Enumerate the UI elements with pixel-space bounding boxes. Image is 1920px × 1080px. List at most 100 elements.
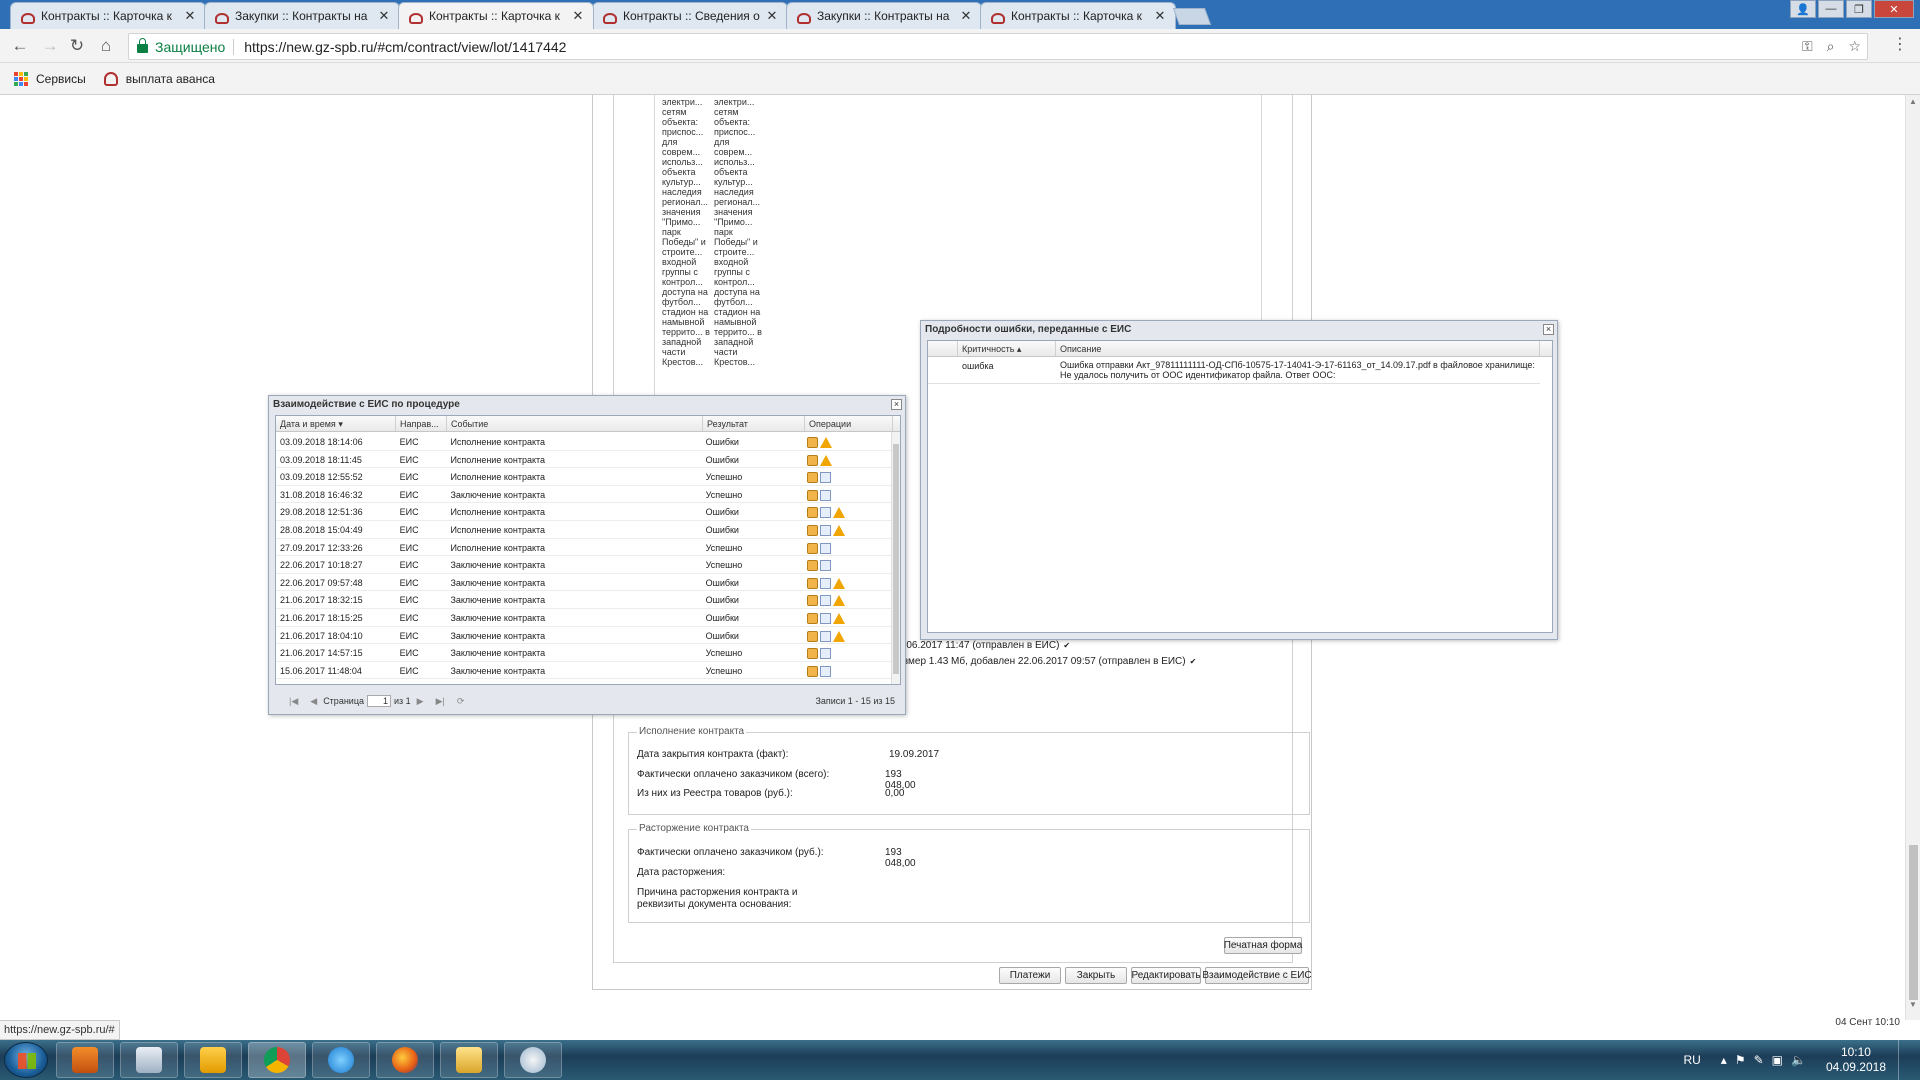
document-icon[interactable] xyxy=(820,542,832,554)
taskbar-chrome[interactable] xyxy=(248,1042,306,1078)
document-icon[interactable] xyxy=(820,665,832,677)
table-row[interactable]: 27.09.2017 12:33:26 ЕИС Исполнение контрак… xyxy=(276,539,891,557)
document-icon[interactable] xyxy=(820,525,832,536)
key-icon[interactable]: ⚿ xyxy=(1802,38,1813,55)
document-icon[interactable] xyxy=(820,472,832,484)
document-icon[interactable] xyxy=(820,630,832,642)
scroll-down-arrow-icon[interactable]: ▼ xyxy=(1909,1000,1917,1009)
warning-icon[interactable] xyxy=(820,454,833,466)
taskbar-firefox[interactable] xyxy=(376,1042,434,1078)
table-row[interactable]: 21.06.2017 18:32:15 ЕИС Заключение контрак… xyxy=(276,591,891,609)
address-bar[interactable]: Защищено https://new.gz-spb.ru/#cm/contr… xyxy=(128,33,1868,60)
print-form-button[interactable]: Печатная форма xyxy=(1224,937,1302,954)
package-icon[interactable] xyxy=(807,577,819,589)
package-icon[interactable] xyxy=(807,613,819,624)
next-page-icon[interactable]: ▶ xyxy=(417,696,424,707)
forward-arrow-icon[interactable]: → xyxy=(40,36,60,56)
taskbar-media-player[interactable] xyxy=(56,1042,114,1078)
tab-close-icon[interactable]: ✕ xyxy=(377,8,391,24)
new-tab-button[interactable] xyxy=(1172,8,1212,25)
table-row[interactable]: 22.06.2017 10:18:27 ЕИС Заключение контрак… xyxy=(276,556,891,574)
close-button[interactable]: Закрыть xyxy=(1065,967,1127,984)
maximize-window-button[interactable]: ❐ xyxy=(1846,0,1872,18)
action-center-flag-icon[interactable]: ⚑ xyxy=(1735,1053,1746,1067)
taskbar-ie[interactable] xyxy=(312,1042,370,1078)
scroll-up-arrow-icon[interactable]: ▲ xyxy=(1909,97,1917,106)
language-indicator[interactable]: RU xyxy=(1683,1053,1700,1067)
table-row[interactable]: 21.06.2017 18:04:10 ЕИС Заключение контрак… xyxy=(276,627,891,645)
column-header-event[interactable]: Событие xyxy=(447,416,703,431)
table-row[interactable]: 21.06.2017 14:57:15 ЕИС Заключение контрак… xyxy=(276,644,891,662)
column-header-datetime[interactable]: Дата и время ▾ xyxy=(276,416,396,431)
browser-tab-2[interactable]: Закупки :: Контракты на ✕ xyxy=(204,2,400,29)
document-icon[interactable] xyxy=(820,595,832,607)
tab-close-icon[interactable]: ✕ xyxy=(765,8,779,24)
package-icon[interactable] xyxy=(807,648,819,660)
tab-close-icon[interactable]: ✕ xyxy=(959,8,973,24)
table-row[interactable]: 28.08.2018 15:04:49 ЕИС Исполнение контрак… xyxy=(276,521,891,539)
dialog-close-icon[interactable]: × xyxy=(1543,324,1554,335)
warning-icon[interactable] xyxy=(833,525,846,536)
taskbar-explorer[interactable] xyxy=(440,1042,498,1078)
bookmark-advance-payment[interactable]: выплата аванса xyxy=(103,71,215,86)
table-row[interactable]: 22.06.2017 09:57:48 ЕИС Заключение контрак… xyxy=(276,574,891,592)
dialog-close-icon[interactable]: × xyxy=(891,399,902,410)
browser-tab-1[interactable]: Контракты :: Карточка к ✕ xyxy=(10,2,206,29)
document-icon[interactable] xyxy=(820,577,832,589)
network-icon[interactable]: ▣ xyxy=(1772,1053,1783,1067)
back-arrow-icon[interactable]: ← xyxy=(10,36,30,56)
document-icon[interactable] xyxy=(820,613,832,624)
last-page-icon[interactable]: ▶| xyxy=(436,696,445,707)
close-window-button[interactable]: ✕ xyxy=(1874,0,1914,18)
document-icon[interactable] xyxy=(820,489,832,501)
taskbar-calculator[interactable] xyxy=(120,1042,178,1078)
tray-app-icon[interactable]: ✎ xyxy=(1754,1053,1764,1067)
bookmark-services[interactable]: Сервисы xyxy=(36,72,86,86)
table-row[interactable]: 31.08.2018 16:46:32 ЕИС Заключение контрак… xyxy=(276,486,891,504)
table-row[interactable]: 15.06.2017 11:48:04 ЕИС Заключение контрак… xyxy=(276,662,891,680)
warning-icon[interactable] xyxy=(833,577,846,589)
column-header-direction[interactable]: Направ... xyxy=(396,416,447,431)
column-header-severity[interactable]: Критичность ▴ xyxy=(958,341,1056,356)
grid-scrollbar-thumb[interactable] xyxy=(893,444,899,674)
eis-interaction-button[interactable]: Взаимодействие с ЕИС xyxy=(1202,967,1312,984)
reload-icon[interactable]: ↻ xyxy=(67,36,87,56)
page-number-input[interactable]: 1 xyxy=(366,695,391,707)
document-icon[interactable] xyxy=(820,648,832,660)
first-page-icon[interactable]: |◀ xyxy=(289,696,298,707)
prev-page-icon[interactable]: ◀ xyxy=(310,696,317,707)
zoom-icon[interactable]: ⌕ xyxy=(1827,38,1835,55)
start-button[interactable] xyxy=(4,1042,48,1078)
edit-button[interactable]: Редактировать xyxy=(1131,967,1201,984)
browser-tab-5[interactable]: Закупки :: Контракты на ✕ xyxy=(786,2,982,29)
scrollbar-thumb[interactable] xyxy=(1909,845,1918,1000)
package-icon[interactable] xyxy=(807,489,819,501)
document-icon[interactable] xyxy=(820,560,832,572)
package-icon[interactable] xyxy=(807,525,819,536)
system-clock[interactable]: 10:10 04.09.2018 xyxy=(1826,1045,1886,1075)
user-profile-icon[interactable]: 👤 xyxy=(1790,0,1816,18)
taskbar-outlook[interactable] xyxy=(184,1042,242,1078)
column-header-operations[interactable]: Операции xyxy=(805,416,893,431)
apps-grid-icon[interactable] xyxy=(14,71,28,86)
browser-tab-6[interactable]: Контракты :: Карточка к ✕ xyxy=(980,2,1176,29)
column-header-result[interactable]: Результат xyxy=(703,416,805,431)
document-icon[interactable] xyxy=(820,507,832,519)
show-desktop-button[interactable] xyxy=(1898,1040,1912,1080)
page-scrollbar[interactable]: ▲ ▼ xyxy=(1905,95,1920,1020)
package-icon[interactable] xyxy=(807,437,819,448)
show-hidden-icons-icon[interactable]: ▴ xyxy=(1721,1053,1727,1067)
warning-icon[interactable] xyxy=(820,437,833,448)
warning-icon[interactable] xyxy=(833,613,846,624)
package-icon[interactable] xyxy=(807,507,819,519)
package-icon[interactable] xyxy=(807,472,819,484)
table-row[interactable]: ошибка Ошибка отправки Акт_97811111111-О… xyxy=(928,357,1540,384)
package-icon[interactable] xyxy=(807,665,819,677)
table-row[interactable]: 29.08.2018 12:51:36 ЕИС Исполнение контрак… xyxy=(276,503,891,521)
minimize-window-button[interactable]: — xyxy=(1818,0,1844,18)
package-icon[interactable] xyxy=(807,595,819,607)
warning-icon[interactable] xyxy=(833,595,846,607)
payments-button[interactable]: Платежи xyxy=(999,967,1061,984)
package-icon[interactable] xyxy=(807,560,819,572)
table-row[interactable]: 21.06.2017 18:15:25 ЕИС Заключение контрак… xyxy=(276,609,891,627)
